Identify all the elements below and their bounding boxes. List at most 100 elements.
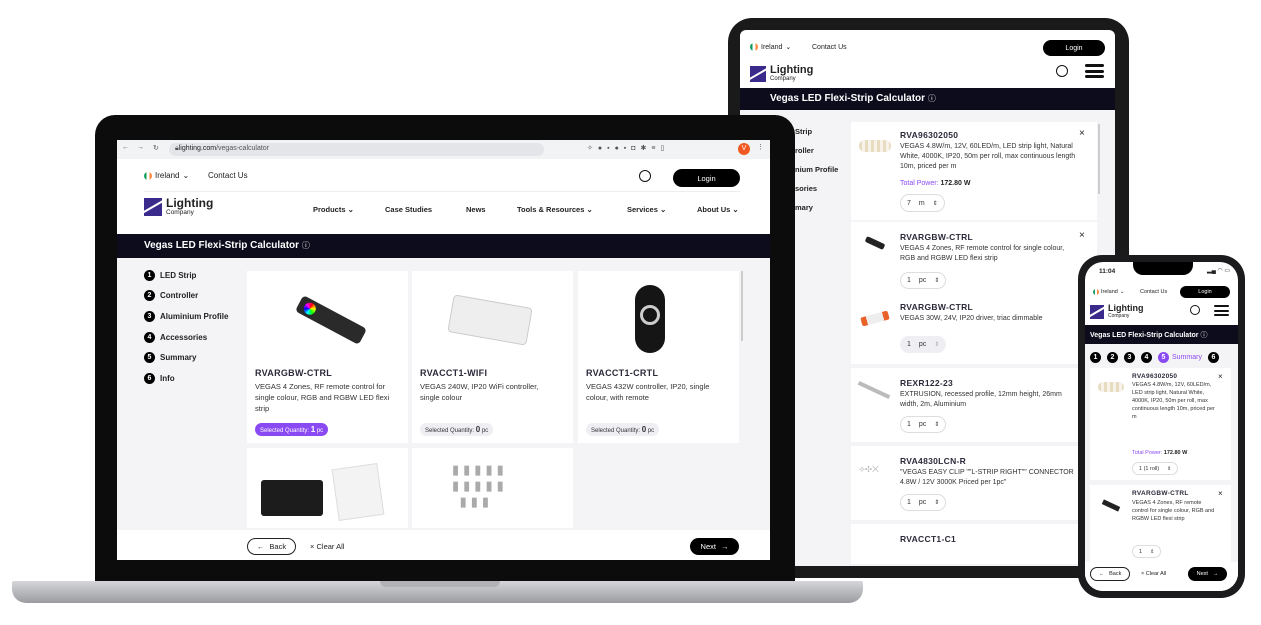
nav-case-studies[interactable]: Case Studies: [385, 205, 466, 214]
back-button[interactable]: ← Back: [247, 538, 296, 555]
laptop-content: 1 LED Strip 2 Controller 3 Aluminium Profil…: [117, 258, 770, 560]
step-1[interactable]: 1: [1090, 352, 1101, 363]
stepper-arrows-icon[interactable]: ⇕: [934, 499, 939, 506]
contact-link[interactable]: Contact Us: [812, 44, 847, 51]
logo-mark-icon: [1090, 304, 1104, 319]
search-icon[interactable]: [1190, 305, 1200, 315]
item-sku: RVARGBW-CTRL: [1132, 490, 1189, 497]
step-aluminium-profile[interactable]: 3 Aluminium Profile: [144, 311, 228, 322]
profile-avatar[interactable]: V: [738, 143, 750, 155]
nav-about-us[interactable]: About Us ⌄: [697, 205, 739, 214]
step-5[interactable]: mary: [795, 198, 838, 217]
country-label: Ireland: [761, 43, 783, 51]
logo[interactable]: Lighting Company: [1090, 304, 1144, 319]
contact-link[interactable]: Contact Us: [1140, 289, 1167, 295]
page-title-bar: Vegas LED Flexi-Strip Calculator ⓘ: [740, 88, 1115, 110]
step-3[interactable]: nium Profile: [795, 160, 838, 179]
clear-all-button[interactable]: × Clear All: [310, 542, 344, 551]
step-4[interactable]: sories: [795, 179, 838, 198]
remove-icon[interactable]: ×: [1079, 128, 1085, 139]
phone-screen: 11:04 ▂▄ ◠ ▭ Ireland ⌄ Contact Us Login L…: [1085, 262, 1238, 591]
reload-icon[interactable]: ↻: [153, 144, 159, 152]
scrollbar[interactable]: [1098, 124, 1100, 194]
stepper-arrows-icon[interactable]: ⇕: [934, 277, 939, 284]
quantity-stepper[interactable]: 1 pc ⇕: [900, 336, 947, 353]
stepper-arrows-icon[interactable]: ⇕: [934, 421, 939, 428]
scrollbar[interactable]: [741, 271, 743, 341]
nav-services[interactable]: Services ⌄: [627, 205, 697, 214]
contact-link[interactable]: Contact Us: [208, 171, 248, 180]
url-host: lighting.com: [178, 145, 217, 152]
info-icon[interactable]: ⓘ: [302, 241, 310, 250]
phone-frame: 11:04 ▂▄ ◠ ▭ Ireland ⌄ Contact Us Login L…: [1078, 255, 1245, 598]
nav-news[interactable]: News: [466, 205, 517, 214]
step-4[interactable]: 4: [1141, 352, 1152, 363]
browser-menu-icon[interactable]: ⋮: [757, 143, 764, 151]
header-divider: [144, 191, 740, 192]
country-selector[interactable]: Ireland ⌄: [144, 171, 189, 180]
back-arrow-icon[interactable]: ←: [122, 144, 129, 151]
logo[interactable]: Lighting Company: [144, 197, 213, 216]
item-description: "VEGAS EASY CLIP ""L-STRIP RIGHT"" CONNE…: [900, 469, 1074, 487]
step-summary[interactable]: 5 Summary: [144, 352, 196, 363]
quantity-stepper[interactable]: 1 pc ⇕: [900, 416, 947, 433]
step-led-strip[interactable]: 1 LED Strip: [144, 270, 196, 281]
quantity-stepper[interactable]: 7 m ⇕: [900, 194, 945, 212]
step-6[interactable]: 6: [1207, 352, 1219, 363]
search-icon[interactable]: [1056, 65, 1068, 77]
logo[interactable]: Lighting Company: [750, 65, 813, 82]
step-1[interactable]: Strip: [795, 122, 838, 141]
step-5-active[interactable]: 5 Summary: [1158, 352, 1202, 363]
next-button[interactable]: Next →: [690, 538, 739, 555]
quantity-stepper[interactable]: 1 pc ⇕: [900, 272, 947, 289]
product-description: VEGAS 432W controller, IP20, single colo…: [586, 382, 710, 402]
extensions-icon[interactable]: ✧●▪●▪◘✱≡▯: [587, 144, 669, 152]
product-card[interactable]: [247, 448, 408, 528]
address-bar[interactable]: 🔒︎lighting.com/vegas-calculator: [169, 143, 544, 156]
menu-icon[interactable]: [1214, 305, 1229, 316]
login-button[interactable]: Login: [673, 169, 740, 187]
next-button[interactable]: Next →: [1188, 567, 1227, 581]
login-button[interactable]: Login: [1180, 286, 1230, 298]
driver-image: [860, 310, 890, 327]
nav-tools-resources[interactable]: Tools & Resources ⌄: [517, 205, 627, 214]
quantity-stepper[interactable]: 1 ⇕: [1132, 545, 1162, 558]
product-card[interactable]: RVACCT1-WIFI VEGAS 240W, IP20 WiFi contr…: [412, 271, 573, 443]
country-label: Ireland: [155, 171, 180, 180]
back-button[interactable]: ← Back: [1090, 567, 1130, 581]
info-icon[interactable]: ⓘ: [1200, 332, 1207, 339]
country-selector[interactable]: Ireland ⌄: [750, 43, 791, 51]
country-selector[interactable]: Ireland ⌄: [1093, 289, 1124, 295]
logo-mark-icon: [750, 65, 766, 82]
remove-icon[interactable]: ×: [1218, 489, 1223, 498]
info-icon[interactable]: ⓘ: [928, 94, 936, 103]
forward-arrow-icon[interactable]: →: [137, 144, 144, 151]
remove-icon[interactable]: ×: [1218, 372, 1223, 381]
step-accessories[interactable]: 4 Accessories: [144, 332, 207, 343]
menu-icon[interactable]: [1085, 64, 1104, 78]
step-2[interactable]: roller: [795, 141, 838, 160]
round-remote-image: [635, 285, 665, 353]
product-card[interactable]: RVACCT1-CRTL VEGAS 432W controller, IP20…: [578, 271, 739, 443]
chevron-down-icon: ⌄: [1119, 289, 1125, 295]
step-2[interactable]: 2: [1107, 352, 1118, 363]
stepper-arrows-icon[interactable]: ⇕: [934, 341, 939, 348]
step-3[interactable]: 3: [1124, 352, 1135, 363]
product-card[interactable]: ▮▮▮▮▮ ▮▮▮▮▮ ▮▮▮: [412, 448, 573, 528]
clear-all-button[interactable]: × Clear All: [1141, 571, 1166, 577]
stepper-arrows-icon[interactable]: ⇕: [933, 200, 938, 207]
step-info[interactable]: 6 Info: [144, 373, 175, 384]
remove-icon[interactable]: ×: [1079, 230, 1085, 241]
stepper-arrows-icon: ⇕: [1167, 465, 1172, 472]
login-label: Login: [1065, 44, 1083, 52]
search-icon[interactable]: [639, 170, 651, 182]
qty-unit: pc: [918, 421, 927, 428]
product-card[interactable]: RVARGBW-CTRL VEGAS 4 Zones, RF remote co…: [247, 271, 408, 443]
quantity-stepper[interactable]: 1 (1 roll) ⇕: [1132, 462, 1179, 475]
quantity-stepper[interactable]: 1 pc ⇕: [900, 494, 947, 511]
qty-unit: m: [918, 199, 925, 207]
login-button[interactable]: Login: [1043, 40, 1105, 56]
nav-products[interactable]: Products ⌄: [313, 205, 385, 214]
item-description: VEGAS 4.8W/m, 12V, 60LED/m, LED strip li…: [900, 143, 1076, 171]
step-controller[interactable]: 2 Controller: [144, 290, 198, 301]
